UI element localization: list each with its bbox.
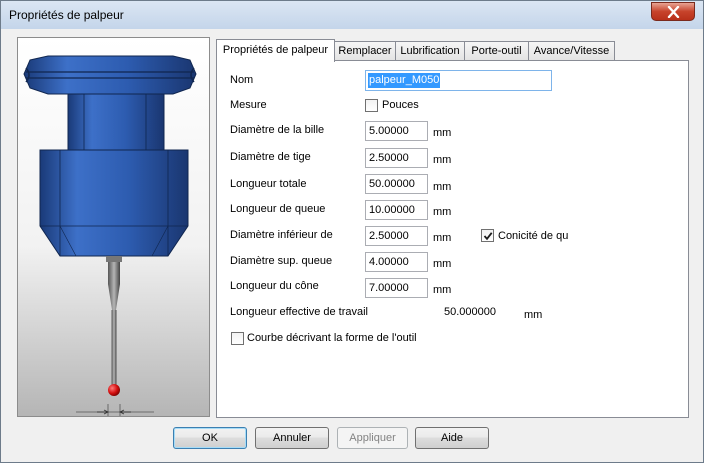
effective-length-unit: mm [524,309,543,321]
shank-diameter-unit: mm [433,154,452,166]
inches-checkbox[interactable] [365,99,378,112]
name-input[interactable]: palpeur_M050 [365,70,552,91]
close-icon [667,6,680,18]
name-value: palpeur_M050 [368,73,441,88]
ball-diameter-input[interactable]: 5.00000 [365,121,428,141]
cone-length-label: Longueur du cône [230,280,319,292]
shank-diameter-input[interactable]: 2.50000 [365,148,428,168]
name-label: Nom [230,74,254,86]
close-button[interactable] [651,2,695,21]
cone-length-unit: mm [433,284,452,296]
ok-button[interactable]: OK [173,427,247,449]
help-button[interactable]: Aide [415,427,489,449]
effective-length-label: Longueur effective de travail [230,306,368,318]
inches-label: Pouces [382,99,419,111]
tail-length-label: Longueur de queue [230,203,326,215]
dialog-body: Propriétés de palpeur Remplacer Lubrific… [8,29,697,457]
total-length-unit: mm [433,181,452,193]
lower-diameter-input[interactable]: 2.50000 [365,226,428,246]
measure-label: Mesure [230,99,267,111]
total-length-input[interactable]: 50.00000 [365,174,428,194]
tail-length-input[interactable]: 10.00000 [365,200,428,220]
tab-probe-properties[interactable]: Propriétés de palpeur [216,39,335,62]
shank-diameter-label: Diamètre de tige [230,151,311,163]
upper-diameter-label: Diamètre sup. queue [230,255,333,267]
lower-diameter-unit: mm [433,232,452,244]
title-bar[interactable]: Propriétés de palpeur [1,1,703,29]
lower-diameter-label: Diamètre inférieur de [230,229,333,241]
total-length-label: Longueur totale [230,178,307,190]
ball-diameter-unit: mm [433,127,452,139]
effective-length-value: 50.000000 [444,306,496,318]
upper-diameter-input[interactable]: 4.00000 [365,252,428,272]
window-title: Propriétés de palpeur [9,8,124,22]
cone-length-input[interactable]: 7.00000 [365,278,428,298]
taper-label: Conicité de que [498,230,568,242]
tab-tool-holder[interactable]: Porte-outil [464,41,529,61]
curve-label: Courbe décrivant la forme de l'outil [247,332,417,344]
dialog-window: Propriétés de palpeur Propriétés de palp… [0,0,704,463]
tab-feed-speed[interactable]: Avance/Vitesse [528,41,615,61]
curve-checkbox[interactable] [231,332,244,345]
checkmark-icon [483,232,493,241]
apply-button[interactable]: Appliquer [337,427,408,449]
taper-checkbox[interactable] [481,229,494,242]
upper-diameter-unit: mm [433,258,452,270]
tab-replace[interactable]: Remplacer [334,41,396,61]
tab-lubrication[interactable]: Lubrification [395,41,465,61]
cancel-button[interactable]: Annuler [255,427,329,449]
tail-length-unit: mm [433,206,452,218]
ball-diameter-label: Diamètre de la bille [230,124,325,136]
probe-preview-image [17,37,210,417]
properties-panel: Nom palpeur_M050 Mesure Pouces Diamètre … [216,60,689,418]
